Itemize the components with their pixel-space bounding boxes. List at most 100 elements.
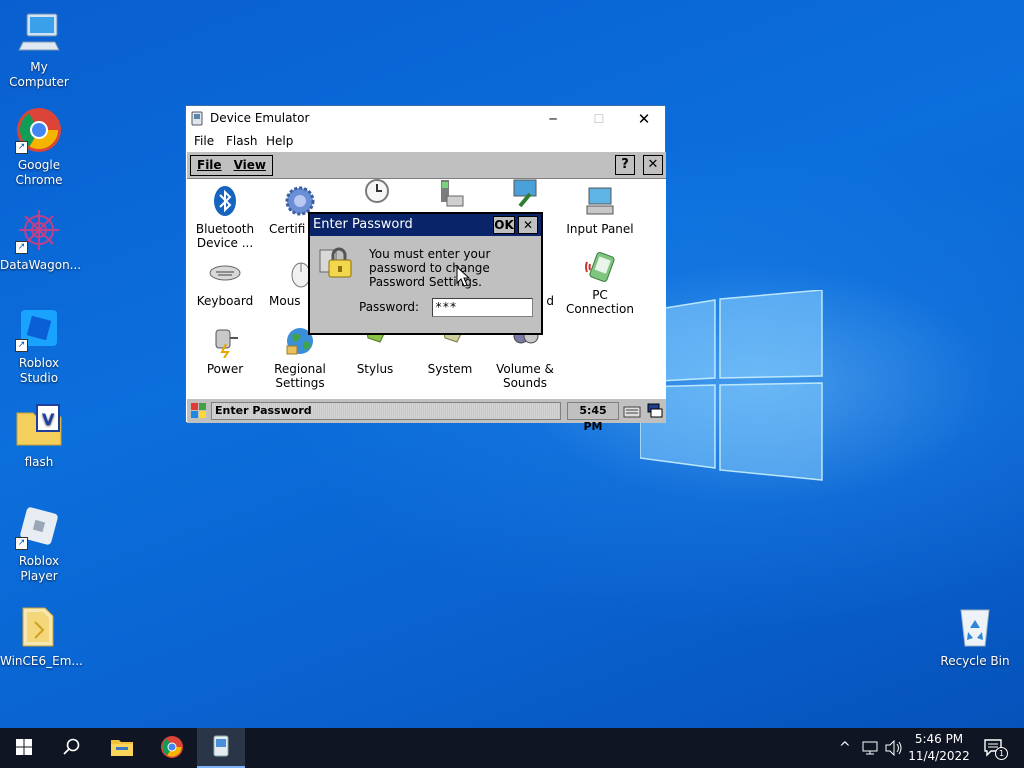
- display-icon: [508, 176, 542, 210]
- close-button[interactable]: ✕: [629, 108, 659, 130]
- dialog-ok-button[interactable]: OK: [493, 216, 515, 234]
- cp-pc-connection[interactable]: PC Connection: [561, 250, 639, 316]
- shortcut-arrow-icon: ↗: [15, 141, 28, 154]
- cp-label: PC Connection: [566, 288, 634, 316]
- shortcut-arrow-icon: ↗: [15, 537, 28, 550]
- search-button[interactable]: [48, 728, 96, 768]
- chrome-icon: [160, 735, 184, 762]
- desktop-icon-datawagon[interactable]: ↗ DataWagon...: [0, 206, 82, 273]
- cp-dialing[interactable]: [411, 178, 489, 216]
- menu-help[interactable]: Help: [266, 134, 293, 148]
- window-title: Device Emulator: [210, 111, 310, 125]
- clock-time[interactable]: 5:46 PM: [910, 732, 968, 746]
- computer-icon: [15, 8, 63, 56]
- cp-display[interactable]: [486, 176, 564, 214]
- chrome-taskbar-button[interactable]: [148, 728, 196, 768]
- cp-label: Input Panel: [566, 222, 634, 236]
- desktop-icon-my-computer[interactable]: My Computer: [0, 8, 78, 90]
- dialog-close-button[interactable]: ✕: [518, 216, 538, 234]
- cp-label: Stylus: [356, 362, 394, 376]
- shortcut-arrow-icon: ↗: [15, 339, 28, 352]
- desktop-icon-roblox-player[interactable]: ↗ Roblox Player: [0, 502, 78, 584]
- folder-icon: [15, 602, 63, 650]
- desktop-icon-flash[interactable]: V flash: [0, 403, 78, 470]
- cp-label: System: [427, 362, 473, 376]
- window-titlebar[interactable]: Device Emulator ─ ☐ ✕: [186, 106, 665, 132]
- pc-connection-icon: [583, 250, 617, 284]
- device-emulator-taskbar-button[interactable]: [197, 728, 245, 768]
- input-panel-icon: [583, 184, 617, 218]
- desktop-icon-google-chrome[interactable]: ↗ Google Chrome: [0, 106, 78, 188]
- desktop-icon-wince6-emulator[interactable]: WinCE6_Em...: [0, 602, 83, 669]
- desktop-icon-label: Roblox Studio: [18, 356, 60, 385]
- cp-label: Bluetooth Device ...: [195, 222, 255, 250]
- password-input[interactable]: ***: [432, 298, 533, 317]
- cp-date-time[interactable]: [336, 176, 414, 214]
- app-icon: [191, 111, 203, 126]
- clock-date[interactable]: 11/4/2022: [908, 749, 970, 763]
- mouse-cursor-icon: [456, 265, 471, 288]
- menu-file[interactable]: File: [194, 134, 214, 148]
- folder-icon: [110, 737, 134, 760]
- start-button[interactable]: [0, 728, 48, 768]
- volume-icon[interactable]: [885, 739, 903, 759]
- notification-icon[interactable]: 1: [983, 738, 1008, 760]
- ce-menu: File View: [190, 155, 273, 176]
- emulator-icon: [211, 734, 231, 761]
- file-explorer-button[interactable]: [98, 728, 146, 768]
- password-label: Password:: [359, 300, 420, 314]
- desktop-icon-label: WinCE6_Em...: [0, 654, 83, 668]
- cp-label: Volume & Sounds: [496, 362, 554, 390]
- desktop-icon-label: DataWagon...: [0, 258, 82, 272]
- ce-close-button[interactable]: ✕: [643, 155, 663, 175]
- desktop-icon-recycle-bin[interactable]: Recycle Bin: [936, 602, 1014, 669]
- desktop-icon-label: Recycle Bin: [940, 654, 1010, 668]
- cp-input-panel[interactable]: Input Panel: [561, 184, 639, 236]
- network-icon[interactable]: [862, 740, 880, 759]
- ce-desktop-icon[interactable]: [646, 402, 664, 420]
- windows-taskbar: ^ 5:46 PM 11/4/2022 1: [0, 728, 1024, 768]
- recycle-bin-icon: [951, 602, 999, 650]
- ce-help-button[interactable]: ?: [615, 155, 635, 175]
- cp-power[interactable]: Power: [186, 324, 264, 376]
- desktop-icon-label: Google Chrome: [15, 158, 63, 187]
- window-menubar: File Flash Help: [186, 132, 665, 152]
- desktop-icon-label: flash: [24, 455, 54, 469]
- ce-command-bar: File View ? ✕: [187, 152, 666, 179]
- ce-start-icon[interactable]: [189, 401, 208, 420]
- enter-password-dialog[interactable]: Enter Password OK ✕ You must enter your …: [308, 212, 543, 335]
- clock-icon: [358, 176, 392, 210]
- shortcut-arrow-icon: ↗: [15, 241, 28, 254]
- cp-label: Keyboard: [196, 294, 254, 308]
- show-hidden-icons-chevron-icon[interactable]: ^: [839, 740, 851, 756]
- datawagon-icon: ↗: [15, 206, 63, 254]
- desktop-icon-roblox-studio[interactable]: ↗ Roblox Studio: [0, 304, 78, 386]
- cp-bluetooth[interactable]: Bluetooth Device ...: [186, 184, 264, 250]
- roblox-studio-icon: ↗: [15, 304, 63, 352]
- maximize-button[interactable]: ☐: [584, 108, 614, 130]
- lock-icon: [318, 244, 354, 280]
- ce-taskbar: Enter Password 5:45 PM: [187, 398, 666, 433]
- phone-icon: [433, 178, 467, 212]
- chrome-icon: ↗: [15, 106, 63, 154]
- menu-flash[interactable]: Flash: [226, 134, 257, 148]
- svg-text:V: V: [42, 410, 55, 429]
- ce-keyboard-icon[interactable]: [623, 403, 641, 419]
- roblox-player-icon: ↗: [15, 502, 63, 550]
- ce-menu-file[interactable]: File: [191, 156, 228, 172]
- ce-menu-view[interactable]: View: [228, 156, 272, 172]
- desktop-icon-label: My Computer: [9, 60, 69, 89]
- keyboard-icon: [208, 256, 242, 290]
- windows-start-icon: [16, 738, 32, 758]
- minimize-button[interactable]: ─: [538, 108, 568, 130]
- power-plug-icon: [208, 324, 242, 359]
- cp-keyboard[interactable]: Keyboard: [186, 256, 264, 308]
- bluetooth-icon: [208, 184, 242, 218]
- ce-clock[interactable]: 5:45 PM: [567, 402, 619, 433]
- cp-label: Power: [206, 362, 244, 376]
- search-icon: [63, 738, 81, 759]
- cp-label: Regional Settings: [274, 362, 326, 390]
- ce-task-button[interactable]: Enter Password: [211, 402, 561, 420]
- folder-icon: V: [15, 403, 63, 451]
- desktop-icon-label: Roblox Player: [18, 554, 60, 583]
